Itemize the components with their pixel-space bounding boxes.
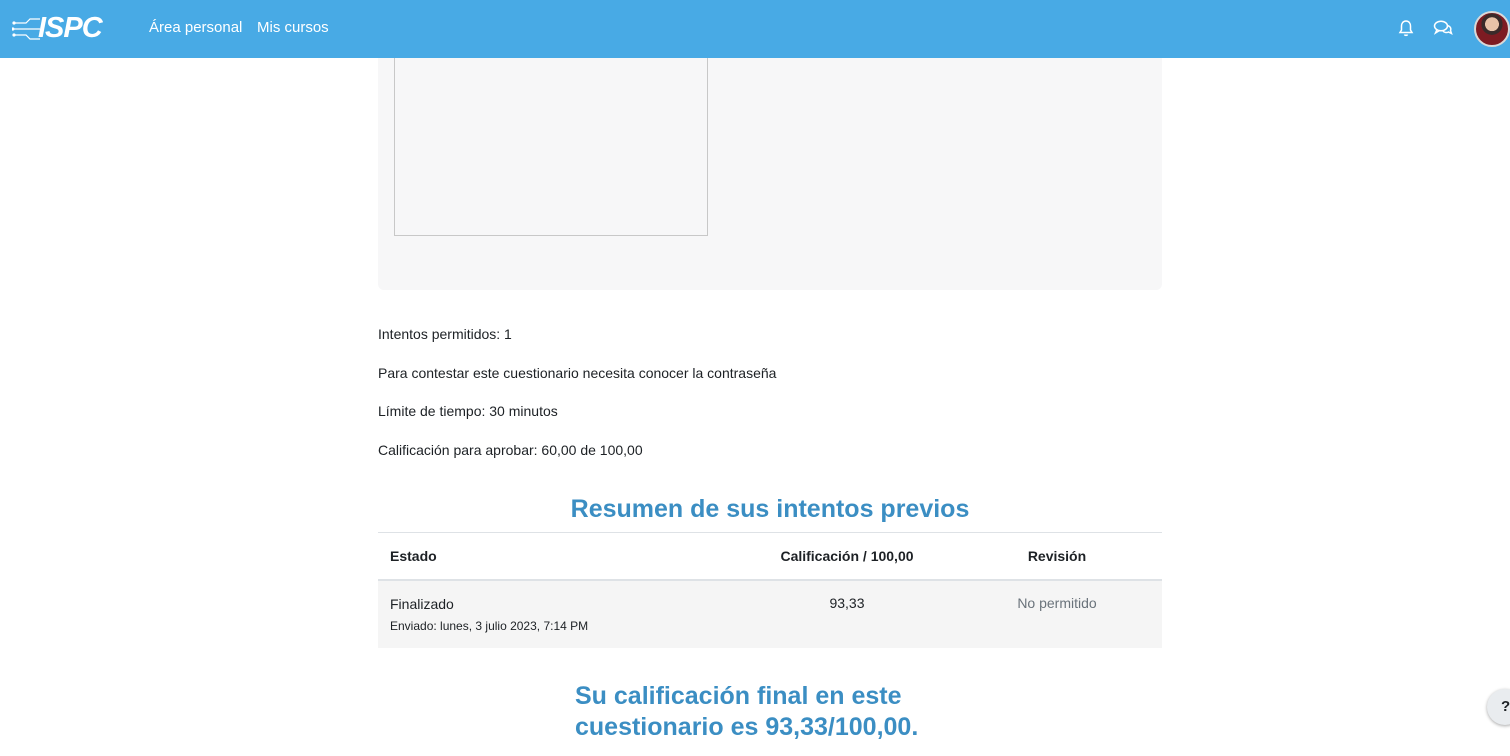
header-state: Estado	[378, 532, 742, 581]
quiz-intro-box	[378, 58, 1162, 290]
help-button[interactable]: ?	[1487, 689, 1510, 725]
chat-icon[interactable]	[1432, 17, 1454, 39]
attempt-submitted: Enviado: lunes, 3 julio 2023, 7:14 PM	[390, 618, 589, 633]
intro-image	[394, 58, 708, 236]
attempt-grade: 93,33	[742, 579, 952, 648]
pass-grade: Calificación para aprobar: 60,00 de 100,…	[378, 442, 643, 458]
nav-link-mis-cursos[interactable]: Mis cursos	[257, 18, 329, 38]
header-review: Revisión	[952, 532, 1162, 581]
password-notice: Para contestar este cuestionario necesit…	[378, 365, 777, 381]
attempts-summary-title: Resumen de sus intentos previos	[570, 495, 970, 523]
attempts-allowed: Intentos permitidos: 1	[378, 326, 512, 342]
site-logo[interactable]: ISPC	[12, 11, 103, 45]
brand-name: ISPC	[38, 12, 103, 44]
attempt-review: No permitido	[952, 579, 1162, 648]
table-row: Finalizado Enviado: lunes, 3 julio 2023,…	[378, 579, 1162, 648]
user-avatar[interactable]	[1474, 11, 1510, 47]
top-navbar: ISPC Área personal Mis cursos	[0, 0, 1510, 58]
attempts-table: Estado Calificación / 100,00 Revisión Fi…	[378, 532, 1162, 648]
final-grade: Su calificación final en este cuestionar…	[575, 682, 919, 741]
attempt-state: Finalizado	[390, 595, 454, 612]
nav-link-area-personal[interactable]: Área personal	[149, 18, 242, 38]
table-header-row: Estado Calificación / 100,00 Revisión	[378, 532, 1162, 581]
header-grade: Calificación / 100,00	[742, 532, 952, 581]
time-limit: Límite de tiempo: 30 minutos	[378, 403, 558, 419]
bell-icon[interactable]	[1395, 17, 1417, 39]
cell-state: Finalizado Enviado: lunes, 3 julio 2023,…	[378, 579, 742, 648]
